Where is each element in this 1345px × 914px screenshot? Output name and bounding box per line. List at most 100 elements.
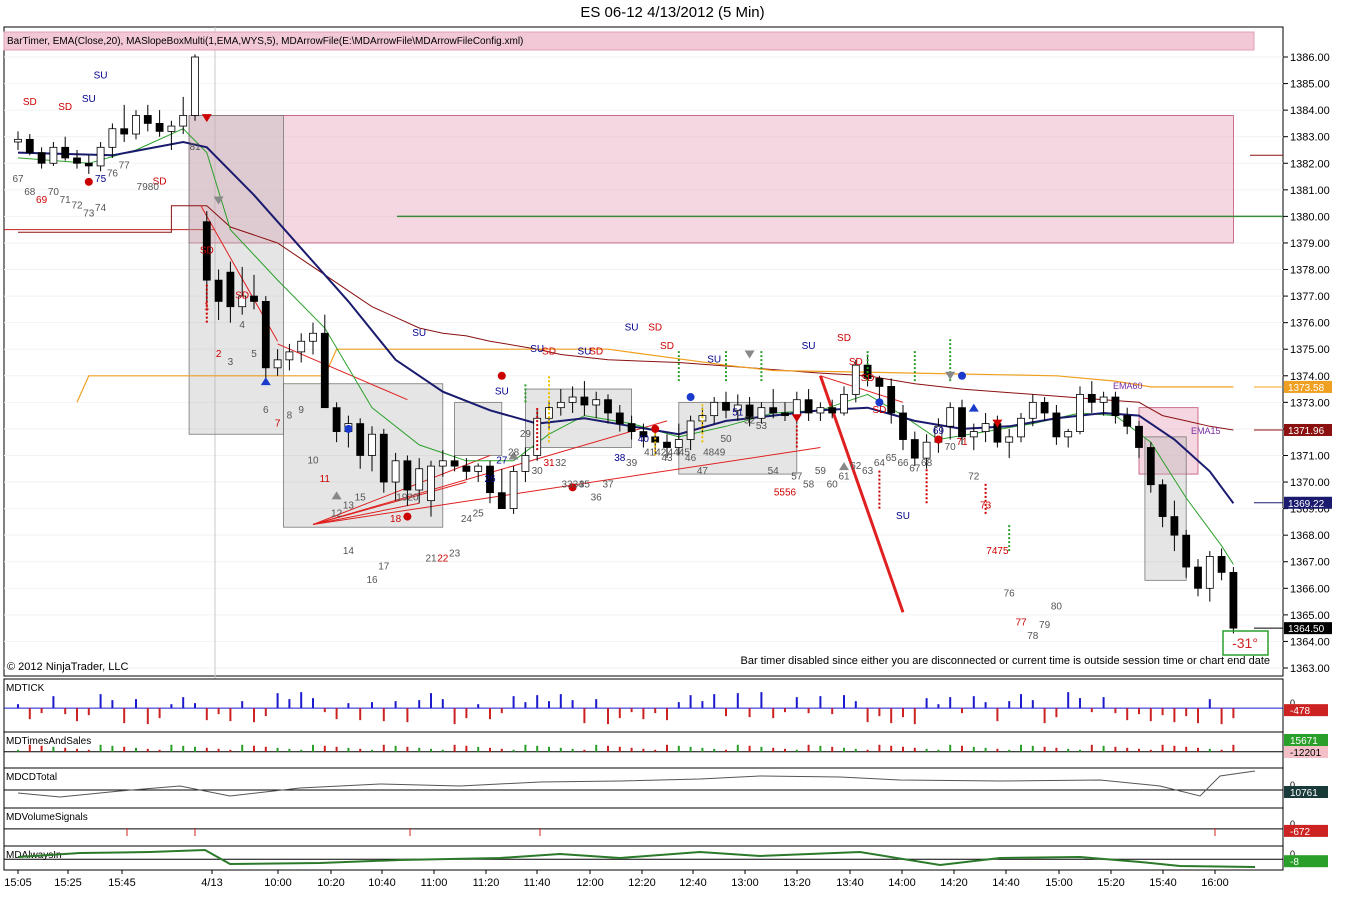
sd-label: SD	[872, 405, 886, 416]
candle-body	[1111, 396, 1120, 417]
bar-number: 36	[591, 493, 603, 504]
bar-number: 6	[263, 405, 269, 416]
sd-label: SD	[861, 373, 875, 384]
candle-body	[368, 433, 376, 456]
candle-body	[1135, 425, 1143, 448]
candle-body	[1052, 412, 1061, 438]
bar-number: 32	[555, 458, 567, 469]
candle-body	[804, 399, 813, 414]
signal-dot	[344, 424, 353, 433]
candle-body	[167, 125, 176, 132]
time-axis: 15:05 15:25 15:45 4/13 10:00 10:20 10:40 11:00 1…	[4, 869, 1283, 889]
bar-number: 28	[508, 447, 520, 458]
sd-label: SD	[589, 347, 603, 358]
candle-body	[580, 396, 589, 406]
candle-body	[851, 364, 860, 395]
price-badge-label: 1364.50	[1288, 624, 1325, 635]
candle-body	[592, 399, 601, 406]
candle-body	[1170, 516, 1179, 536]
bar-number: 67	[909, 463, 921, 474]
sd-label: SD	[58, 102, 72, 113]
candle-body	[143, 115, 152, 124]
x-tick-label: 11:00	[421, 877, 448, 889]
bar-number: 47	[697, 466, 709, 477]
candle-body	[686, 420, 695, 440]
y-tick-label: 1363.00	[1290, 663, 1330, 675]
candle-body	[828, 407, 837, 414]
candle-body	[1028, 401, 1037, 419]
panel-badge-label: -12201	[1290, 748, 1322, 759]
candle-body	[1040, 401, 1049, 414]
bar-number: 4	[239, 320, 245, 331]
price-badge-label: 1371.96	[1288, 426, 1325, 437]
y-tick-label: 1379.00	[1290, 238, 1330, 250]
x-tick-label: 13:00	[731, 877, 759, 889]
x-tick-label: 10:00	[264, 877, 292, 889]
bar-number: 76	[1004, 588, 1016, 599]
candle-body	[887, 386, 896, 414]
bar-number: 18	[390, 514, 402, 525]
bar-number: 72	[968, 471, 980, 482]
candle-body	[568, 396, 577, 403]
candle-body	[474, 465, 483, 472]
candle-body	[1017, 417, 1025, 438]
bar-number: 1920	[396, 493, 419, 504]
bar-number: 38	[614, 453, 626, 464]
candle-body	[214, 279, 223, 302]
candle-body	[297, 340, 306, 353]
bar-number: 35	[579, 479, 591, 490]
bar-number: 60	[827, 479, 839, 490]
x-tick-label: 15:40	[1149, 877, 1177, 889]
bar-number: 15	[355, 493, 367, 504]
bar-number: 39	[626, 458, 638, 469]
candle-body	[309, 332, 317, 342]
candle-body	[120, 128, 129, 135]
x-tick-label: 13:40	[836, 877, 864, 889]
candle-body	[757, 407, 766, 419]
bar-number: 68	[24, 187, 36, 198]
candle-body	[1064, 431, 1073, 438]
bar-number: 54	[768, 466, 780, 477]
y-tick-label: 1382.00	[1290, 158, 1330, 170]
bar-timer-message: Bar timer disabled since either you are …	[741, 655, 1271, 667]
y-tick-label: 1384.00	[1290, 105, 1330, 117]
candle-body	[191, 56, 199, 116]
bar-number: 63	[862, 466, 874, 477]
bar-number: 25	[473, 509, 485, 520]
candle-body	[73, 157, 81, 164]
chart-canvas[interactable]: SD SDSUSUSDSDSDSUSUSUSD SUSDSU SDSDSUSUSDSD…	[0, 0, 1345, 914]
candle-body	[958, 407, 966, 438]
bar-number: 10	[307, 455, 319, 466]
bar-number: 14	[343, 546, 355, 557]
signal-dot	[958, 371, 966, 380]
bar-number: 65	[886, 453, 898, 464]
candle-body	[226, 271, 235, 308]
x-tick-label: 10:40	[368, 877, 396, 889]
bar-number: 70	[48, 187, 60, 198]
bar-number: 68	[921, 458, 933, 469]
signal-dot	[497, 371, 506, 380]
bar-number: 21	[425, 554, 437, 565]
x-tick-label: 4/13	[201, 877, 222, 889]
candle-body	[946, 407, 955, 427]
candle-body	[981, 423, 990, 432]
candle-body	[1217, 556, 1226, 573]
bar-number: 4849	[703, 447, 726, 458]
candle-body	[497, 492, 506, 510]
candle-body	[1194, 566, 1202, 589]
x-tick-label: 14:40	[992, 877, 1020, 889]
su-label: SU	[802, 341, 816, 352]
bar-number: 29	[520, 429, 532, 440]
x-tick-label: 15:25	[54, 877, 82, 889]
candle-body	[1099, 396, 1108, 403]
candle-body	[521, 455, 530, 472]
y-tick-label: 1385.00	[1290, 79, 1330, 91]
candle-body	[922, 441, 931, 459]
bar-number: 37	[602, 479, 614, 490]
candle-body	[285, 351, 294, 361]
candle-body	[84, 162, 93, 167]
su-label: SU	[896, 511, 910, 522]
bar-number: 77	[119, 161, 131, 172]
candle-body	[710, 401, 719, 417]
candle-body	[781, 412, 789, 417]
